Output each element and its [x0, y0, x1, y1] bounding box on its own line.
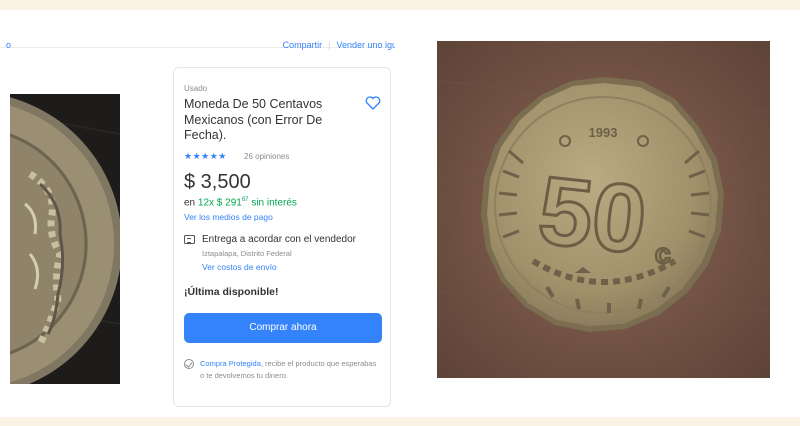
installments-cents: 67 — [241, 197, 249, 203]
protected-purchase-link[interactable]: Compra Protegida — [200, 359, 261, 368]
sell-similar-link[interactable]: Vender uno igual — [336, 40, 404, 50]
favorite-heart-icon[interactable] — [364, 94, 382, 112]
payment-methods-link[interactable]: Ver los medios de pago — [184, 212, 273, 222]
coin-closeup-image — [10, 94, 120, 384]
price: $ 3,500 — [184, 171, 251, 193]
product-title: Moneda De 50 Centavos Mexicanos (con Err… — [184, 97, 323, 142]
installments-amount: 12x $ 291 — [197, 197, 242, 209]
coin-denomination: 50 — [534, 157, 651, 275]
image-gallery — [0, 49, 170, 417]
installments: en 12x $ 29167 sin interés — [184, 197, 297, 208]
shipping-costs-link[interactable]: Ver costos de envío — [202, 262, 277, 272]
reviews-count[interactable]: 26 opiniones — [244, 152, 289, 161]
shipping-info: Entrega a acordar con el vendedor — [202, 234, 356, 245]
installments-prefix: en — [184, 197, 196, 209]
product-photo[interactable] — [10, 94, 120, 384]
handshake-icon — [184, 235, 195, 244]
coin-photo: 1993 50 c — [437, 41, 770, 378]
rating-stars[interactable]: ★★★★★ — [184, 151, 227, 162]
coin-image: 1993 50 c — [437, 41, 770, 378]
condition-label: Usado — [184, 84, 208, 93]
purchase-protection: Compra Protegida, recibe el producto que… — [200, 358, 382, 382]
coin-year: 1993 — [589, 125, 618, 140]
stock-status: ¡Última disponible! — [184, 286, 279, 298]
buy-now-button[interactable]: Comprar ahora — [184, 313, 382, 343]
link-divider: | — [328, 40, 331, 50]
top-bar: o Compartir | Vender uno igual — [0, 10, 406, 50]
listing-screenshot: o Compartir | Vender uno igual Usado Moned… — [0, 10, 406, 417]
installments-suffix: sin interés — [251, 197, 297, 209]
share-link[interactable]: Compartir — [283, 40, 323, 50]
buy-box: Usado Moneda De 50 Centavos Mexicanos (c… — [173, 67, 391, 407]
shield-check-icon — [184, 359, 194, 369]
seller-location: Iztapalapa, Distrito Federal — [202, 249, 292, 258]
header-links: Compartir | Vender uno igual — [283, 40, 404, 50]
